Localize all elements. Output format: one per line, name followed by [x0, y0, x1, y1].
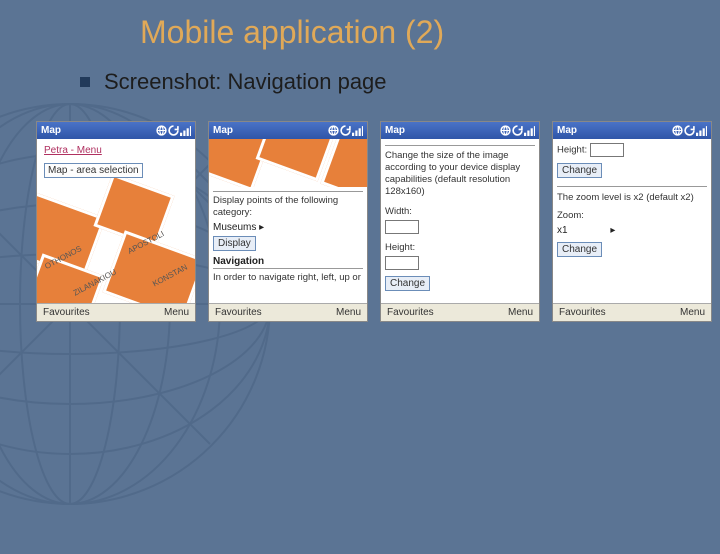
zoom-select[interactable]: x1 ▸ [557, 225, 707, 236]
softkey-right[interactable]: Menu [164, 307, 189, 318]
signal-icon [696, 125, 707, 136]
display-button[interactable]: Display [213, 236, 256, 251]
titlebar: Map [37, 122, 195, 139]
area-selection-link[interactable]: Map - area selection [44, 163, 143, 178]
height-label: Height: [385, 242, 415, 253]
phone-screenshot-3: Map Change the size of the image accordi… [380, 121, 540, 322]
resolution-intro: Change the size of the image according t… [385, 150, 535, 198]
softkey-left[interactable]: Favourites [215, 307, 262, 318]
height-input[interactable] [590, 143, 624, 157]
dropdown-arrow-icon: ▸ [259, 222, 264, 233]
bullet-icon [80, 77, 90, 87]
signal-icon [524, 125, 535, 136]
change-button-1[interactable]: Change [557, 163, 602, 178]
refresh-icon [684, 125, 695, 136]
category-select[interactable]: Museums ▸ [213, 222, 363, 233]
titlebar-text: Map [385, 125, 405, 136]
signal-icon [352, 125, 363, 136]
navigation-heading: Navigation [213, 256, 363, 269]
world-icon [672, 125, 683, 136]
titlebar-text: Map [41, 125, 61, 136]
zoom-intro: The zoom level is x2 (default x2) [557, 192, 707, 204]
refresh-icon [168, 125, 179, 136]
slide-subtitle: Screenshot: Navigation page [80, 69, 720, 95]
screen4-body: Height: Change The zoom level is x2 (def… [553, 139, 711, 303]
zoom-value: x1 [557, 225, 568, 236]
titlebar: Map [381, 122, 539, 139]
status-icons [328, 125, 363, 136]
navigation-text: In order to navigate right, left, up or [213, 272, 363, 284]
status-icons [500, 125, 535, 136]
status-icons [672, 125, 707, 136]
softkey-right[interactable]: Menu [680, 307, 705, 318]
screen3-body: Change the size of the image according t… [381, 139, 539, 303]
softkey-left[interactable]: Favourites [559, 307, 606, 318]
subtitle-text: Screenshot: Navigation page [104, 69, 387, 94]
softkey-right[interactable]: Menu [336, 307, 361, 318]
height-input[interactable] [385, 256, 419, 270]
world-icon [328, 125, 339, 136]
softkey-bar: Favourites Menu [381, 303, 539, 321]
world-icon [156, 125, 167, 136]
slide-title: Mobile application (2) [140, 14, 720, 51]
status-icons [156, 125, 191, 136]
height-label: Height: [557, 145, 587, 156]
change-button[interactable]: Change [385, 276, 430, 291]
screenshot-row: Map OTHONOS ZILANAKIOU APOSTOLI KONSTAN … [36, 121, 720, 322]
titlebar: Map [209, 122, 367, 139]
phone-screenshot-2: Map Display points of the following cate… [208, 121, 368, 322]
screen1-body: OTHONOS ZILANAKIOU APOSTOLI KONSTAN Petr… [37, 139, 195, 303]
phone-screenshot-1: Map OTHONOS ZILANAKIOU APOSTOLI KONSTAN … [36, 121, 196, 322]
softkey-right[interactable]: Menu [508, 307, 533, 318]
zoom-label: Zoom: [557, 210, 707, 222]
menu-link[interactable]: Petra - Menu [44, 145, 102, 156]
change-button-2[interactable]: Change [557, 242, 602, 257]
titlebar-text: Map [557, 125, 577, 136]
softkey-bar: Favourites Menu [553, 303, 711, 321]
softkey-left[interactable]: Favourites [387, 307, 434, 318]
titlebar-text: Map [213, 125, 233, 136]
refresh-icon [340, 125, 351, 136]
titlebar: Map [553, 122, 711, 139]
softkey-bar: Favourites Menu [209, 303, 367, 321]
refresh-icon [512, 125, 523, 136]
width-label: Width: [385, 206, 412, 217]
screen2-body: Display points of the following category… [209, 139, 367, 303]
category-value: Museums [213, 222, 256, 233]
world-icon [500, 125, 511, 136]
width-input[interactable] [385, 220, 419, 234]
phone-screenshot-4: Map Height: Change The zoom level is x2 … [552, 121, 712, 322]
softkey-left[interactable]: Favourites [43, 307, 90, 318]
dropdown-arrow-icon: ▸ [610, 225, 615, 236]
softkey-bar: Favourites Menu [37, 303, 195, 321]
category-caption: Display points of the following category… [213, 195, 363, 219]
signal-icon [180, 125, 191, 136]
